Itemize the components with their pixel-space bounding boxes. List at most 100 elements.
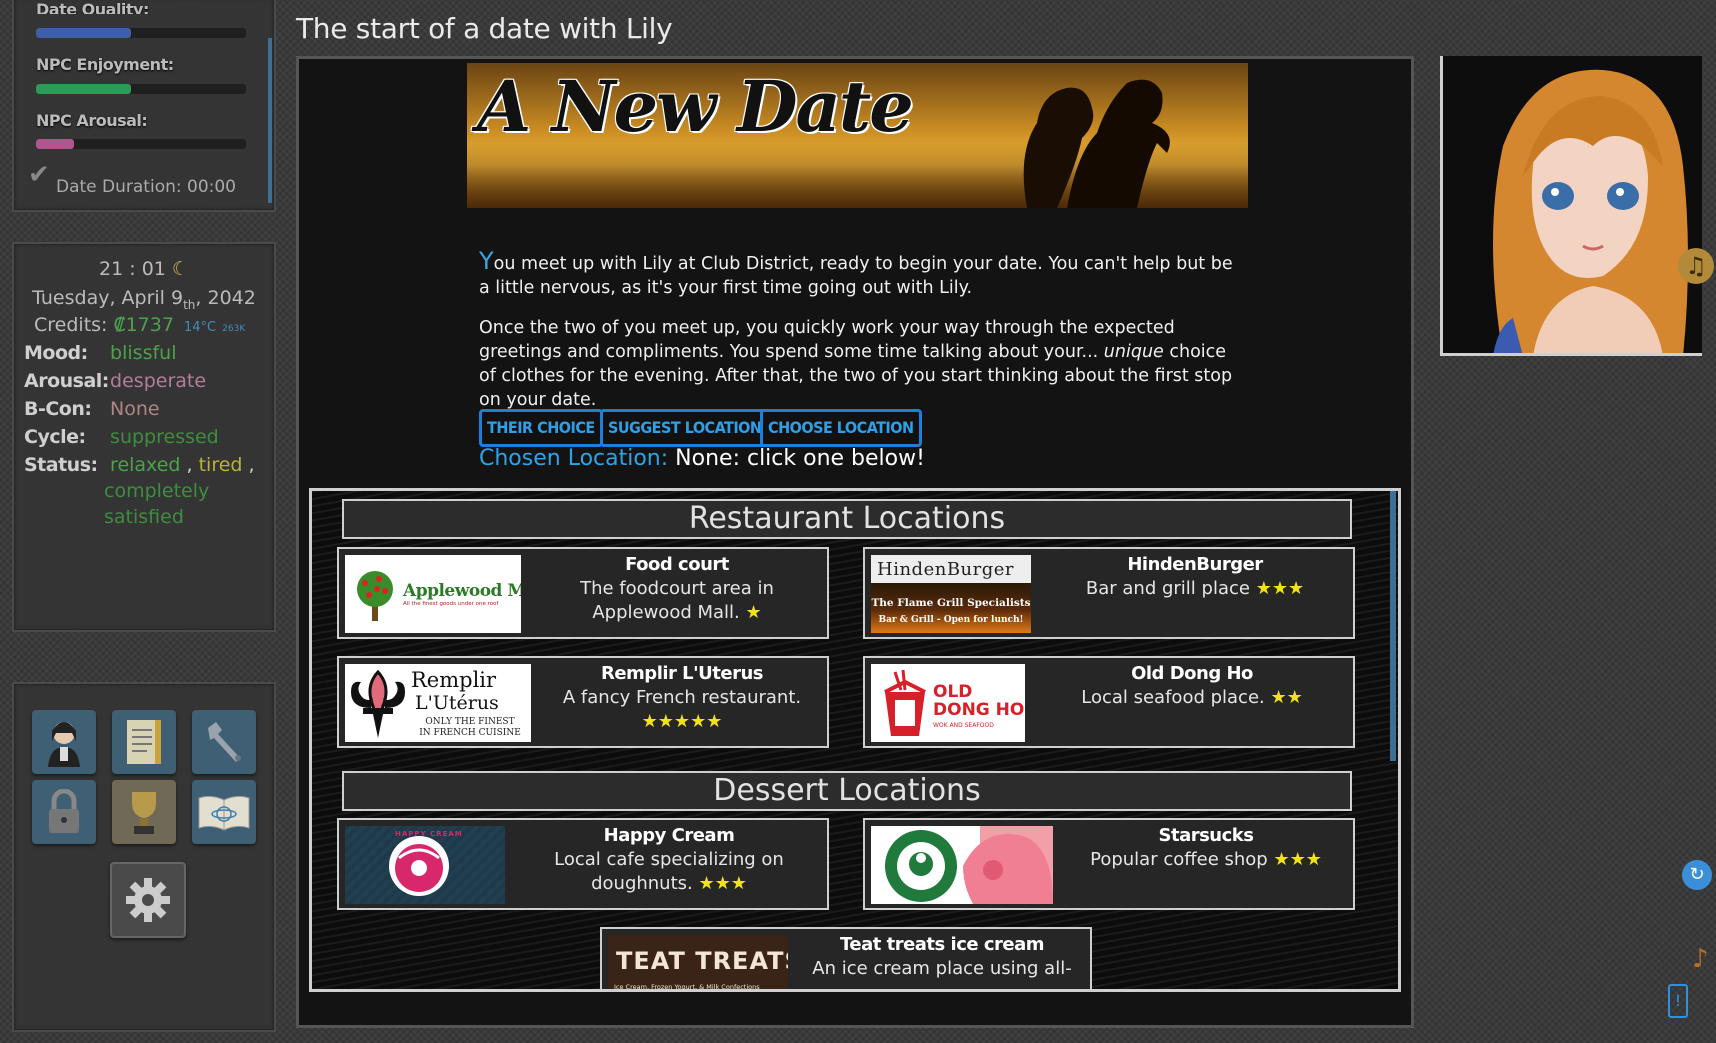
bcon-value: None bbox=[110, 398, 160, 420]
credits-value: ₡1737 bbox=[113, 314, 174, 336]
location-desc: A fancy French restaurant. bbox=[562, 687, 802, 708]
music-side-icon[interactable]: ♪ bbox=[1692, 944, 1709, 974]
their-choice-button[interactable]: THEIR CHOICE bbox=[479, 409, 603, 447]
location-desc: Applewood Mall. bbox=[592, 602, 740, 623]
location-desc: Local seafood place. bbox=[1081, 687, 1265, 708]
location-name: Remplir L'Uterus bbox=[600, 663, 764, 684]
status-relaxed: relaxed bbox=[110, 454, 181, 476]
moon-icon: ☾ bbox=[171, 258, 189, 280]
story-text-2a: Once the two of you meet up, you quickly… bbox=[479, 318, 1175, 362]
story-paragraph-2: Once the two of you meet up, you quickly… bbox=[479, 316, 1239, 412]
character-icon[interactable] bbox=[32, 710, 96, 774]
story-paragraph-1: You meet up with Lily at Club District, … bbox=[479, 249, 1239, 300]
location-card-teat-treats[interactable]: TEAT TREATS Ice Cream, Frozen Yogurt, & … bbox=[600, 927, 1092, 989]
clock: 21 : 01 ☾ bbox=[14, 258, 274, 280]
hindenburger-logo-sub: The Flame Grill Specialists bbox=[871, 597, 1031, 609]
suggest-location-button[interactable]: SUGGEST LOCATION bbox=[600, 409, 770, 447]
location-name: Happy Cream bbox=[603, 825, 735, 846]
dessert-section-header: Dessert Locations bbox=[342, 771, 1352, 811]
journal-icon[interactable] bbox=[112, 710, 176, 774]
restaurant-section-header: Restaurant Locations bbox=[342, 499, 1352, 539]
location-card-starsucks[interactable]: Starsucks Popular coffee shop ★★★ bbox=[863, 818, 1355, 910]
starsucks-coffee-icon bbox=[885, 830, 957, 902]
clock-time: 21 : 01 bbox=[99, 258, 166, 280]
location-card-happy-cream[interactable]: HAPPY CREAM Happy Cream Local cafe speci… bbox=[337, 818, 829, 910]
locations-scrollbar[interactable] bbox=[1390, 491, 1396, 761]
hindenburger-info: HindenBurger Bar and grill place ★★★ bbox=[1035, 553, 1355, 601]
choose-location-button[interactable]: CHOOSE LOCATION bbox=[760, 409, 922, 447]
status-tired: tired bbox=[198, 454, 243, 476]
locations-list: Restaurant Locations Applewood Mall All … bbox=[309, 488, 1401, 992]
story-emphasis: unique bbox=[1103, 342, 1164, 362]
location-name: Food court bbox=[625, 554, 729, 575]
rating-stars: ★ bbox=[745, 602, 762, 623]
remplir-logo: Remplir L'Utérus Only the finest in Fren… bbox=[345, 664, 531, 742]
menu-icons-panel bbox=[12, 682, 276, 1032]
starsucks-info: Starsucks Popular coffee shop ★★★ bbox=[1057, 824, 1355, 872]
location-card-food-court[interactable]: Applewood Mall All the finest goods unde… bbox=[337, 547, 829, 639]
temperature: 14°C bbox=[184, 320, 217, 335]
teat-treats-logo: TEAT TREATS Ice Cream, Frozen Yogurt, & … bbox=[608, 935, 788, 989]
location-desc: An ice cream place using all- bbox=[812, 958, 1072, 979]
settings-icon[interactable] bbox=[110, 862, 186, 938]
date-quality-label: Date Quality: bbox=[36, 0, 149, 14]
date-stats-panel: Date Quality: NPC Enjoyment: NPC Arousal… bbox=[12, 0, 276, 212]
lock-icon[interactable] bbox=[32, 780, 96, 844]
location-name: Old Dong Ho bbox=[1131, 663, 1253, 684]
teat-treats-info: Teat treats ice cream An ice cream place… bbox=[792, 933, 1092, 981]
location-desc: The foodcourt area in bbox=[580, 578, 774, 599]
npc-arousal-bar bbox=[36, 139, 246, 149]
npc-arousal-label: NPC Arousal: bbox=[36, 111, 148, 130]
location-desc: Bar and grill place bbox=[1085, 578, 1250, 599]
date-banner: A New Date bbox=[467, 63, 1248, 208]
location-name: HindenBurger bbox=[1127, 554, 1263, 575]
location-card-old-dong-ho[interactable]: OLD DONG HO WOK AND SEAFOOD Old Dong Ho … bbox=[863, 656, 1355, 748]
alert-icon[interactable]: ! bbox=[1668, 984, 1688, 1018]
main-panel: A New Date You meet up with Lily at Club… bbox=[296, 56, 1414, 1028]
old-dong-ho-logo: OLD DONG HO WOK AND SEAFOOD bbox=[871, 664, 1025, 742]
story-text-1: ou meet up with Lily at Club District, r… bbox=[479, 254, 1233, 298]
arousal-label: Arousal: bbox=[24, 370, 109, 392]
location-desc: Local cafe specializing on bbox=[554, 849, 784, 870]
npc-enjoyment-label: NPC Enjoyment: bbox=[36, 55, 174, 74]
rating-stars: ★★★★★ bbox=[641, 711, 723, 732]
chosen-location: Chosen Location: None: click one below! bbox=[479, 446, 925, 471]
location-card-remplir[interactable]: Remplir L'Utérus Only the finest in Fren… bbox=[337, 656, 829, 748]
npc-portrait bbox=[1440, 56, 1702, 356]
bcon-label: B-Con: bbox=[24, 398, 92, 420]
date-ordinal: th bbox=[183, 297, 196, 312]
hindenburger-logo-text: HindenBurger bbox=[877, 559, 1015, 580]
fleur-de-lis-icon bbox=[351, 669, 405, 738]
codex-icon[interactable] bbox=[192, 780, 256, 844]
status-separator: , bbox=[180, 454, 199, 476]
status-separator: , bbox=[242, 454, 255, 476]
applewood-logo-text: Applewood Mall bbox=[403, 581, 521, 601]
starsucks-logo bbox=[871, 826, 1053, 904]
stats-scrollbar[interactable] bbox=[268, 38, 272, 203]
tools-icon[interactable] bbox=[192, 710, 256, 774]
story-text: You meet up with Lily at Club District, … bbox=[479, 249, 1239, 428]
status-row: Status: relaxed , tired , bbox=[24, 454, 255, 476]
status-satisfied: satisfied bbox=[104, 506, 184, 528]
old-dong-ho-info: Old Dong Ho Local seafood place. ★★ bbox=[1029, 662, 1355, 710]
remplir-info: Remplir L'Uterus A fancy French restaura… bbox=[535, 662, 829, 734]
location-name: Starsucks bbox=[1158, 825, 1254, 846]
rating-stars: ★★★ bbox=[1273, 849, 1322, 870]
pink-decor-icon bbox=[963, 834, 1053, 904]
cycle-orb-icon[interactable]: ↻ bbox=[1682, 860, 1712, 890]
location-card-hindenburger[interactable]: HindenBurger The Flame Grill Specialists… bbox=[863, 547, 1355, 639]
apple-tree-icon bbox=[357, 571, 393, 621]
bcon-row: B-Con: None bbox=[24, 398, 160, 420]
trophy-icon[interactable] bbox=[112, 780, 176, 844]
happy-cream-logo: HAPPY CREAM bbox=[345, 826, 505, 904]
page-title: The start of a date with Lily bbox=[296, 12, 673, 45]
lily-portrait-image bbox=[1493, 69, 1688, 353]
old-dong-ho-logo-text: OLD bbox=[933, 682, 973, 702]
credits-label: Credits: bbox=[34, 314, 108, 336]
status-completely: completely bbox=[104, 480, 210, 502]
old-dong-ho-logo-sub: WOK AND SEAFOOD bbox=[933, 722, 994, 729]
chosen-location-label: Chosen Location: bbox=[479, 446, 669, 471]
music-note-icon[interactable]: ♫ bbox=[1678, 248, 1714, 284]
takeout-box-icon bbox=[884, 670, 926, 736]
rating-stars: ★★★ bbox=[698, 873, 747, 894]
